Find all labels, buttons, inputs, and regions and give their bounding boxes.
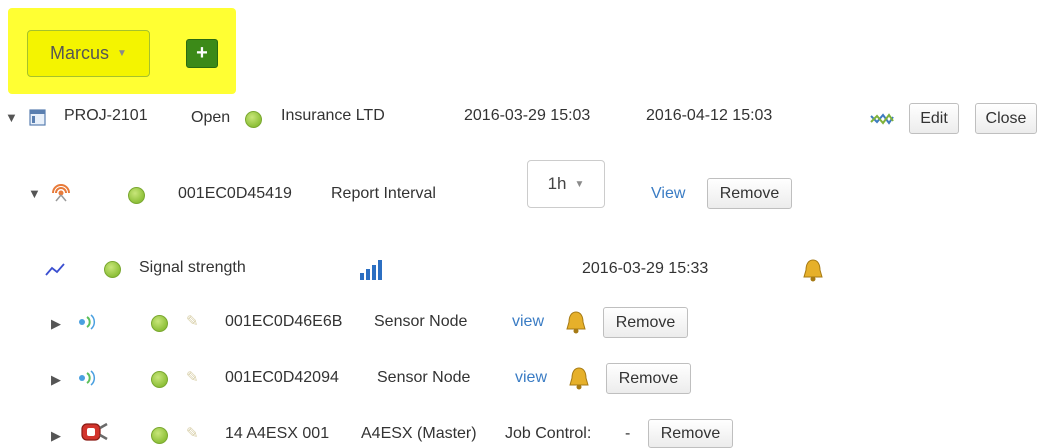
line-chart-icon: [45, 263, 65, 276]
view-link[interactable]: View: [651, 185, 685, 203]
user-menu-button[interactable]: Marcus ▼: [27, 30, 150, 77]
caret-icon[interactable]: ▼: [28, 186, 41, 201]
project-status: Open: [191, 109, 231, 126]
status-dot: [151, 427, 168, 444]
caret-icon[interactable]: ▼: [5, 110, 18, 125]
caret-icon[interactable]: ▶: [51, 428, 61, 444]
remove-button[interactable]: Remove: [606, 363, 691, 394]
project-end: 2016-04-12 15:03: [646, 107, 773, 124]
caret-icon[interactable]: ▶: [51, 316, 61, 332]
master-name: A4ESX (Master): [361, 425, 477, 442]
add-button[interactable]: +: [186, 39, 218, 68]
remove-button[interactable]: Remove: [648, 419, 733, 448]
chevron-down-icon: ▼: [117, 48, 127, 59]
project-icon: [29, 109, 46, 126]
interval-select[interactable]: 1h ▼: [527, 160, 605, 208]
signal-label: Signal strength: [139, 259, 246, 276]
node-name: Sensor Node: [374, 313, 468, 330]
bell-icon[interactable]: [567, 366, 591, 392]
sensor-icon: [79, 370, 96, 386]
status-dot: [128, 187, 145, 204]
pencil-icon[interactable]: ✎: [186, 424, 199, 442]
interval-value: 1h: [547, 174, 567, 193]
remove-button[interactable]: Remove: [603, 307, 688, 338]
close-button[interactable]: Close: [975, 103, 1037, 134]
pencil-icon[interactable]: ✎: [186, 312, 199, 330]
project-customer: Insurance LTD: [281, 107, 385, 124]
status-dot: [151, 371, 168, 388]
trend-icon[interactable]: [869, 110, 895, 128]
chevron-down-icon: ▼: [574, 178, 585, 190]
caret-icon[interactable]: ▶: [51, 372, 61, 388]
view-link[interactable]: view: [515, 369, 547, 387]
signal-bars-icon: [360, 260, 382, 280]
bell-icon[interactable]: [801, 258, 825, 284]
status-dot: [151, 315, 168, 332]
master-id: 14 A4ESX 001: [225, 425, 330, 442]
view-link[interactable]: view: [512, 313, 544, 331]
device-name: Report Interval: [331, 185, 436, 202]
gateway-icon: [52, 184, 70, 202]
job-control-label: Job Control:: [505, 425, 592, 442]
bell-icon[interactable]: [564, 310, 588, 336]
plus-icon: +: [196, 42, 208, 64]
status-dot: [104, 261, 121, 278]
plug-icon: [81, 422, 108, 441]
node-name: Sensor Node: [377, 369, 471, 386]
device-id: 001EC0D45419: [178, 185, 292, 202]
pencil-icon[interactable]: ✎: [186, 368, 199, 386]
sensor-icon: [79, 314, 96, 330]
status-dot: [245, 111, 262, 128]
node-id: 001EC0D42094: [225, 369, 339, 386]
signal-timestamp: 2016-03-29 15:33: [582, 260, 709, 277]
node-id: 001EC0D46E6B: [225, 313, 343, 330]
edit-button[interactable]: Edit: [909, 103, 959, 134]
project-start: 2016-03-29 15:03: [464, 107, 591, 124]
project-id: PROJ-2101: [64, 107, 148, 124]
user-menu-label: Marcus: [50, 43, 110, 63]
remove-button[interactable]: Remove: [707, 178, 792, 209]
job-control-value: -: [625, 425, 631, 442]
